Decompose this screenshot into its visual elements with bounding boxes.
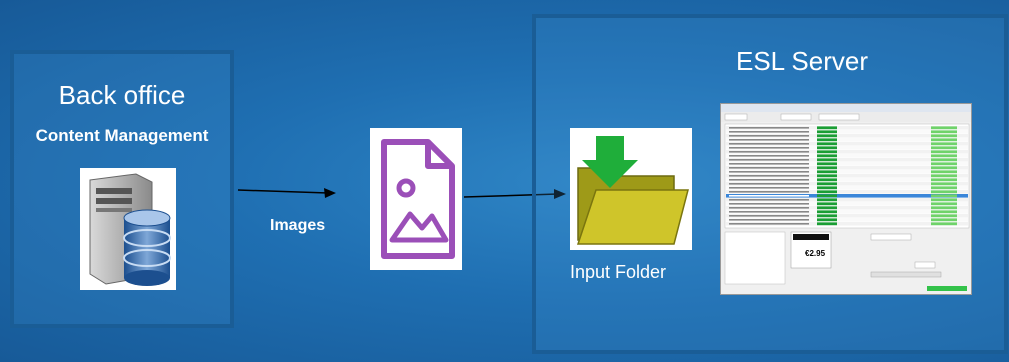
price-tag-text: €2.95 bbox=[805, 249, 826, 258]
back-office-panel: Back office Content Management bbox=[10, 50, 234, 328]
images-label: Images bbox=[270, 217, 326, 234]
arrow-to-images bbox=[237, 188, 336, 198]
esl-server-title: ESL Server bbox=[736, 46, 868, 76]
content-management-label: Content Management bbox=[35, 126, 209, 145]
back-office-title: Back office bbox=[58, 80, 186, 110]
server-database-icon bbox=[80, 168, 176, 290]
folder-icon bbox=[570, 128, 692, 250]
input-folder-label: Input Folder bbox=[570, 262, 667, 282]
esl-app-screenshot: €2.95 bbox=[720, 103, 972, 295]
image-file-icon bbox=[370, 128, 462, 270]
